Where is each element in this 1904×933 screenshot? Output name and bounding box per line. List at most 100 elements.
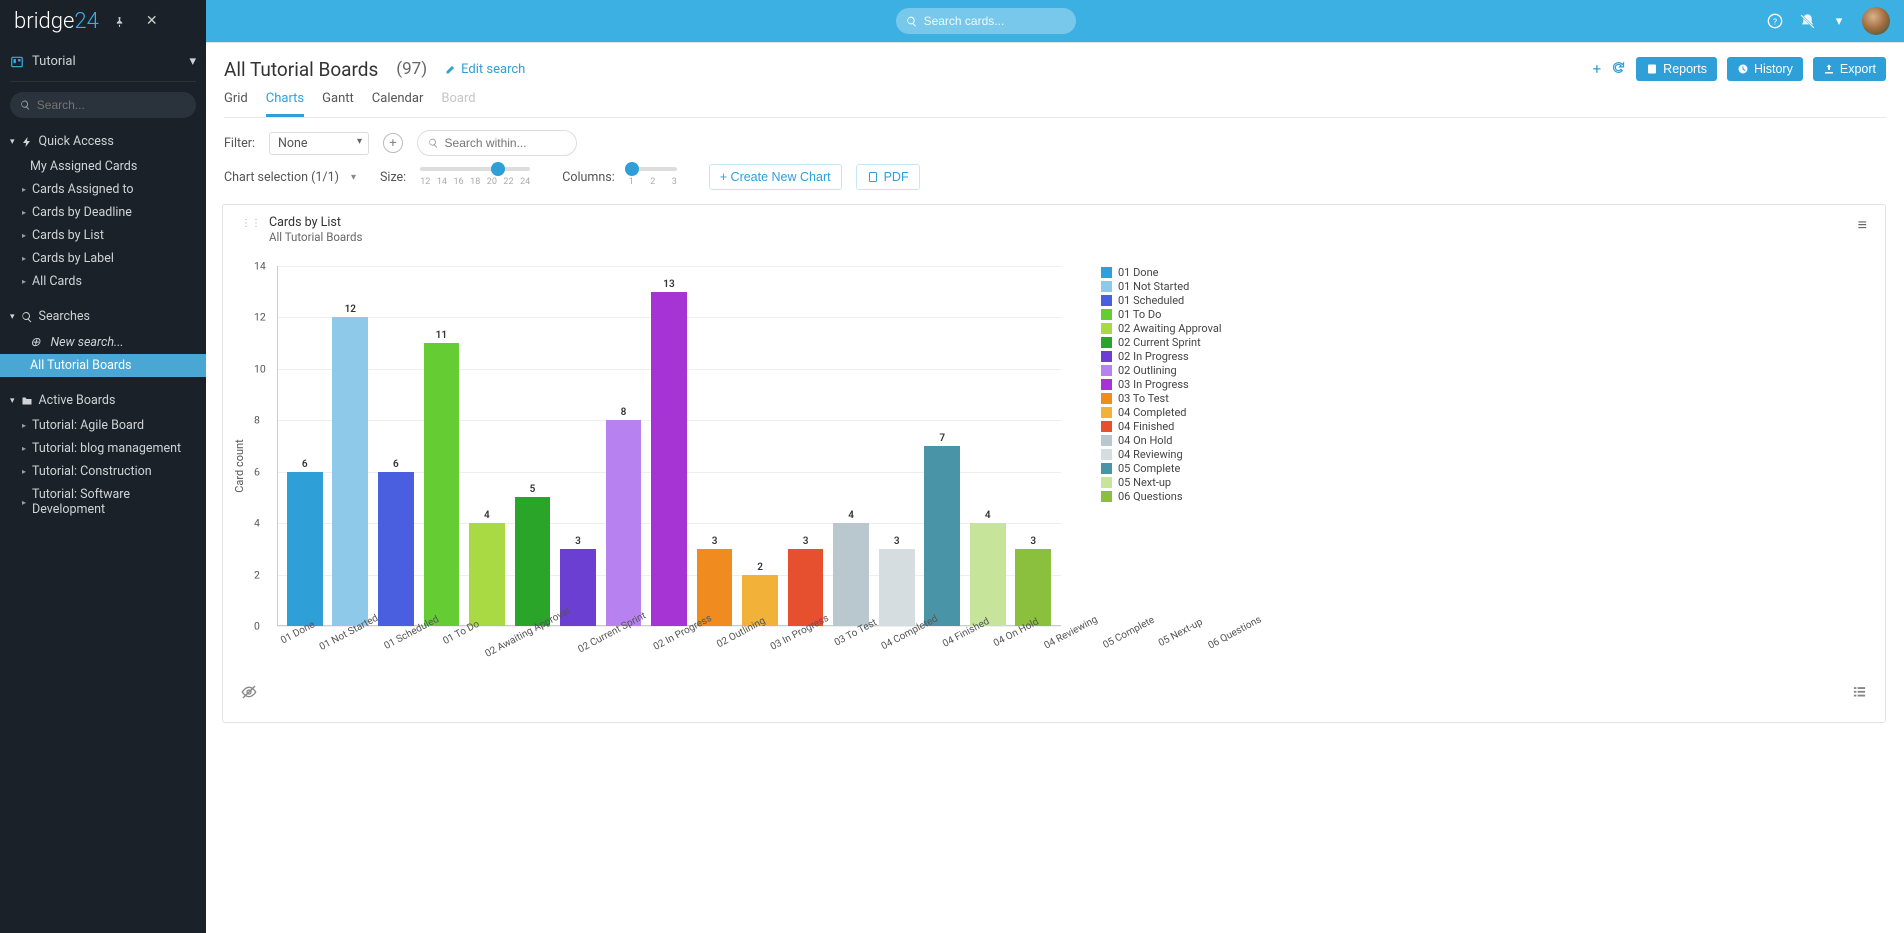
sidebar-search-input[interactable] <box>37 98 186 112</box>
legend-item[interactable]: 04 On Hold <box>1101 434 1222 447</box>
legend-item[interactable]: 03 To Test <box>1101 392 1222 405</box>
add-button[interactable]: + <box>1593 60 1602 78</box>
bar[interactable] <box>697 549 733 626</box>
reports-button[interactable]: Reports <box>1636 57 1717 81</box>
logo-text2: 24 <box>74 9 98 34</box>
legend-item[interactable]: 06 Questions <box>1101 490 1222 503</box>
legend-label: 04 Completed <box>1118 406 1187 419</box>
refresh-button[interactable] <box>1611 60 1626 79</box>
search-icon <box>906 15 918 28</box>
search-within-input[interactable] <box>445 136 566 150</box>
legend-item[interactable]: 05 Complete <box>1101 462 1222 475</box>
pdf-button[interactable]: PDF <box>856 164 920 190</box>
bar[interactable] <box>879 549 915 626</box>
sidebar-search[interactable] <box>10 92 196 118</box>
sidebar-item-by-deadline[interactable]: ▸Cards by Deadline <box>0 201 206 224</box>
filter-select[interactable]: None <box>269 132 369 155</box>
sidebar-item-board-3[interactable]: ▸Tutorial: Software Development <box>0 483 206 521</box>
sidebar-item-all-tutorial-boards[interactable]: All Tutorial Boards <box>0 354 206 377</box>
legend-item[interactable]: 02 Outlining <box>1101 364 1222 377</box>
legend-item[interactable]: 01 To Do <box>1101 308 1222 321</box>
export-button[interactable]: Export <box>1813 57 1886 81</box>
chart-menu-icon[interactable]: ≡ <box>1858 215 1867 235</box>
sidebar-item-my-assigned[interactable]: My Assigned Cards <box>0 155 206 178</box>
tab-grid[interactable]: Grid <box>224 87 248 117</box>
edit-search-link[interactable]: Edit search <box>445 62 525 77</box>
legend-item[interactable]: 02 Awaiting Approval <box>1101 322 1222 335</box>
bar[interactable] <box>1015 549 1051 626</box>
tab-gantt[interactable]: Gantt <box>322 87 354 117</box>
searches-section: ▾Searches ⊕New search... All Tutorial Bo… <box>0 303 206 377</box>
sidebar-item-board-1[interactable]: ▸Tutorial: blog management <box>0 437 206 460</box>
pdf-label: PDF <box>884 170 909 184</box>
legend-item[interactable]: 01 Scheduled <box>1101 294 1222 307</box>
quick-access-heading[interactable]: ▾Quick Access <box>0 128 206 155</box>
bar[interactable] <box>788 549 824 626</box>
sidebar-item-board-0[interactable]: ▸Tutorial: Agile Board <box>0 414 206 437</box>
searches-label: Searches <box>39 309 90 324</box>
tab-charts[interactable]: Charts <box>266 87 304 117</box>
legend-item[interactable]: 05 Next-up <box>1101 476 1222 489</box>
tab-calendar[interactable]: Calendar <box>372 87 424 117</box>
bar[interactable] <box>332 317 368 626</box>
bar[interactable] <box>651 292 687 626</box>
sidebar-item-board-2[interactable]: ▸Tutorial: Construction <box>0 460 206 483</box>
project-selector[interactable]: Tutorial ▾ <box>10 42 196 82</box>
legend-item[interactable]: 03 In Progress <box>1101 378 1222 391</box>
bar[interactable] <box>287 472 323 626</box>
global-search-input[interactable] <box>924 14 1066 28</box>
bar[interactable] <box>924 446 960 626</box>
size-slider[interactable] <box>420 167 530 171</box>
avatar[interactable] <box>1862 7 1890 35</box>
dropdown-caret-icon[interactable]: ▾ <box>1830 12 1848 30</box>
bar[interactable] <box>970 523 1006 626</box>
bar[interactable] <box>424 343 460 626</box>
history-button[interactable]: History <box>1727 57 1803 81</box>
notifications-off-icon[interactable] <box>1798 12 1816 30</box>
legend-item[interactable]: 01 Done <box>1101 266 1222 279</box>
legend-item[interactable]: 01 Not Started <box>1101 280 1222 293</box>
sidebar-item-by-label[interactable]: ▸Cards by Label <box>0 247 206 270</box>
create-chart-button[interactable]: + Create New Chart <box>709 164 842 190</box>
search-within[interactable] <box>417 130 577 156</box>
x-labels: 01 Done01 Not Started01 Scheduled01 To D… <box>277 628 1061 666</box>
searches-heading[interactable]: ▾Searches <box>0 303 206 330</box>
sidebar-item-all-cards[interactable]: ▸All Cards <box>0 270 206 293</box>
bar[interactable] <box>469 523 505 626</box>
bar[interactable] <box>833 523 869 626</box>
caret-right-icon: ▸ <box>22 467 26 476</box>
close-icon[interactable]: ✕ <box>141 10 163 32</box>
pin-icon[interactable] <box>109 10 131 32</box>
legend-item[interactable]: 04 Completed <box>1101 406 1222 419</box>
data-table-icon[interactable] <box>1852 684 1867 704</box>
caret-right-icon: ▸ <box>22 185 26 194</box>
legend-item[interactable]: 02 Current Sprint <box>1101 336 1222 349</box>
history-label: History <box>1754 62 1793 76</box>
help-icon[interactable]: ? <box>1766 12 1784 30</box>
chart-selection[interactable]: Chart selection (1/1) <box>224 170 356 185</box>
y-axis-label: Card count <box>233 439 246 492</box>
create-chart-label: + Create New Chart <box>720 170 831 184</box>
sidebar-item-new-search[interactable]: ⊕New search... <box>0 330 206 354</box>
global-search[interactable] <box>896 8 1076 34</box>
visibility-toggle-icon[interactable] <box>241 684 257 704</box>
bar[interactable] <box>515 497 551 626</box>
legend-item[interactable]: 02 In Progress <box>1101 350 1222 363</box>
export-icon <box>1823 63 1835 75</box>
sidebar-item-assigned-to[interactable]: ▸Cards Assigned to <box>0 178 206 201</box>
add-filter-button[interactable]: + <box>383 133 403 153</box>
drag-handle-icon[interactable]: ⋮⋮ <box>241 215 261 229</box>
main-header: All Tutorial Boards (97) Edit search + R… <box>206 43 1904 118</box>
legend-swatch <box>1101 351 1112 362</box>
main: All Tutorial Boards (97) Edit search + R… <box>206 42 1904 933</box>
bar[interactable] <box>378 472 414 626</box>
legend-label: 04 On Hold <box>1118 434 1172 447</box>
sidebar-item-by-list[interactable]: ▸Cards by List <box>0 224 206 247</box>
columns-slider[interactable] <box>629 167 677 171</box>
legend-item[interactable]: 04 Finished <box>1101 420 1222 433</box>
bar-value-label: 3 <box>712 536 718 547</box>
bar[interactable] <box>606 420 642 626</box>
sidebar-item-label: Cards by Label <box>32 251 114 266</box>
legend-item[interactable]: 04 Reviewing <box>1101 448 1222 461</box>
active-boards-heading[interactable]: ▾Active Boards <box>0 387 206 414</box>
